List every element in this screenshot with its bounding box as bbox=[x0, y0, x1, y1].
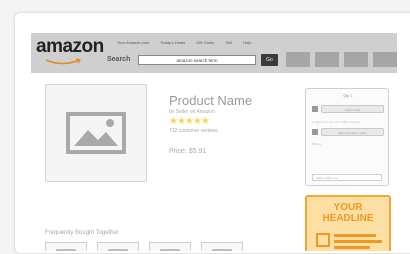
search-input[interactable]: amazon search term bbox=[138, 55, 256, 65]
search-label: Search bbox=[107, 56, 131, 63]
logo-smile-icon bbox=[45, 58, 81, 65]
ad-headline-line1: YOUR bbox=[333, 202, 363, 213]
related-product-4[interactable] bbox=[201, 242, 243, 251]
price: Price: $5.91 bbox=[169, 148, 207, 155]
image-placeholder-icon bbox=[160, 249, 180, 251]
top-links: Your Amazon.com Today's Deals Gift Cards… bbox=[117, 40, 261, 45]
top-link-gift-cards[interactable]: Gift Cards bbox=[196, 40, 214, 45]
cart-icon bbox=[312, 106, 318, 112]
ship-to-label: Ship to: bbox=[312, 142, 323, 146]
rating-stars: ★★★★★ bbox=[169, 116, 210, 127]
ad-banner[interactable]: YOUR HEADLINE bbox=[305, 195, 391, 251]
site-mockup: amazon Your Amazon.com Today's Deals Gif… bbox=[23, 21, 403, 251]
frequently-bought-heading: Frequently Bought Together bbox=[45, 230, 119, 236]
add-to-cart-button[interactable]: Add to Cart bbox=[321, 105, 384, 113]
wishlist-select[interactable]: Add to Wish List bbox=[312, 174, 382, 181]
ad-text-line-1 bbox=[334, 234, 376, 237]
quantity-select[interactable]: Qty: 1 bbox=[328, 93, 368, 99]
image-placeholder-icon bbox=[66, 112, 126, 154]
ad-text-line-3 bbox=[334, 246, 370, 249]
ad-headline-line2: HEADLINE bbox=[322, 213, 374, 224]
one-click-icon bbox=[312, 129, 318, 135]
one-click-button[interactable]: Buy now with 1-Click bbox=[321, 128, 384, 136]
related-product-2[interactable] bbox=[97, 242, 139, 251]
go-button[interactable]: Go bbox=[261, 54, 278, 66]
related-product-3[interactable] bbox=[149, 242, 191, 251]
ad-headline: YOUR HEADLINE bbox=[307, 202, 389, 224]
top-link-todays-deals[interactable]: Today's Deals bbox=[160, 40, 185, 45]
nav-button-2[interactable] bbox=[315, 52, 339, 67]
ad-text-line-2 bbox=[334, 240, 382, 243]
reviews-link[interactable]: 732 customer reviews bbox=[169, 128, 218, 134]
image-placeholder-icon bbox=[108, 249, 128, 251]
amazon-logo[interactable]: amazon bbox=[36, 36, 104, 58]
related-product-1[interactable] bbox=[45, 242, 87, 251]
seller-link[interactable]: by Seller on Amazon bbox=[169, 109, 215, 115]
product-image[interactable] bbox=[45, 84, 147, 182]
signin-note: or Sign in to turn on 1-Click ordering bbox=[312, 120, 361, 124]
site-header: amazon Your Amazon.com Today's Deals Gif… bbox=[31, 33, 397, 73]
image-placeholder-icon bbox=[56, 249, 76, 251]
top-link-help[interactable]: Help bbox=[243, 40, 251, 45]
nav-button-4[interactable] bbox=[373, 52, 397, 67]
buy-box: Qty: 1 Add to Cart or Sign in to turn on… bbox=[305, 88, 389, 186]
nav-button-3[interactable] bbox=[344, 52, 368, 67]
ad-image-icon bbox=[316, 233, 330, 247]
product-name: Product Name bbox=[169, 93, 253, 108]
top-link-sell[interactable]: Sell bbox=[225, 40, 232, 45]
nav-button-1[interactable] bbox=[286, 52, 310, 67]
image-placeholder-icon bbox=[212, 249, 232, 251]
top-link-your-amazon[interactable]: Your Amazon.com bbox=[117, 40, 149, 45]
